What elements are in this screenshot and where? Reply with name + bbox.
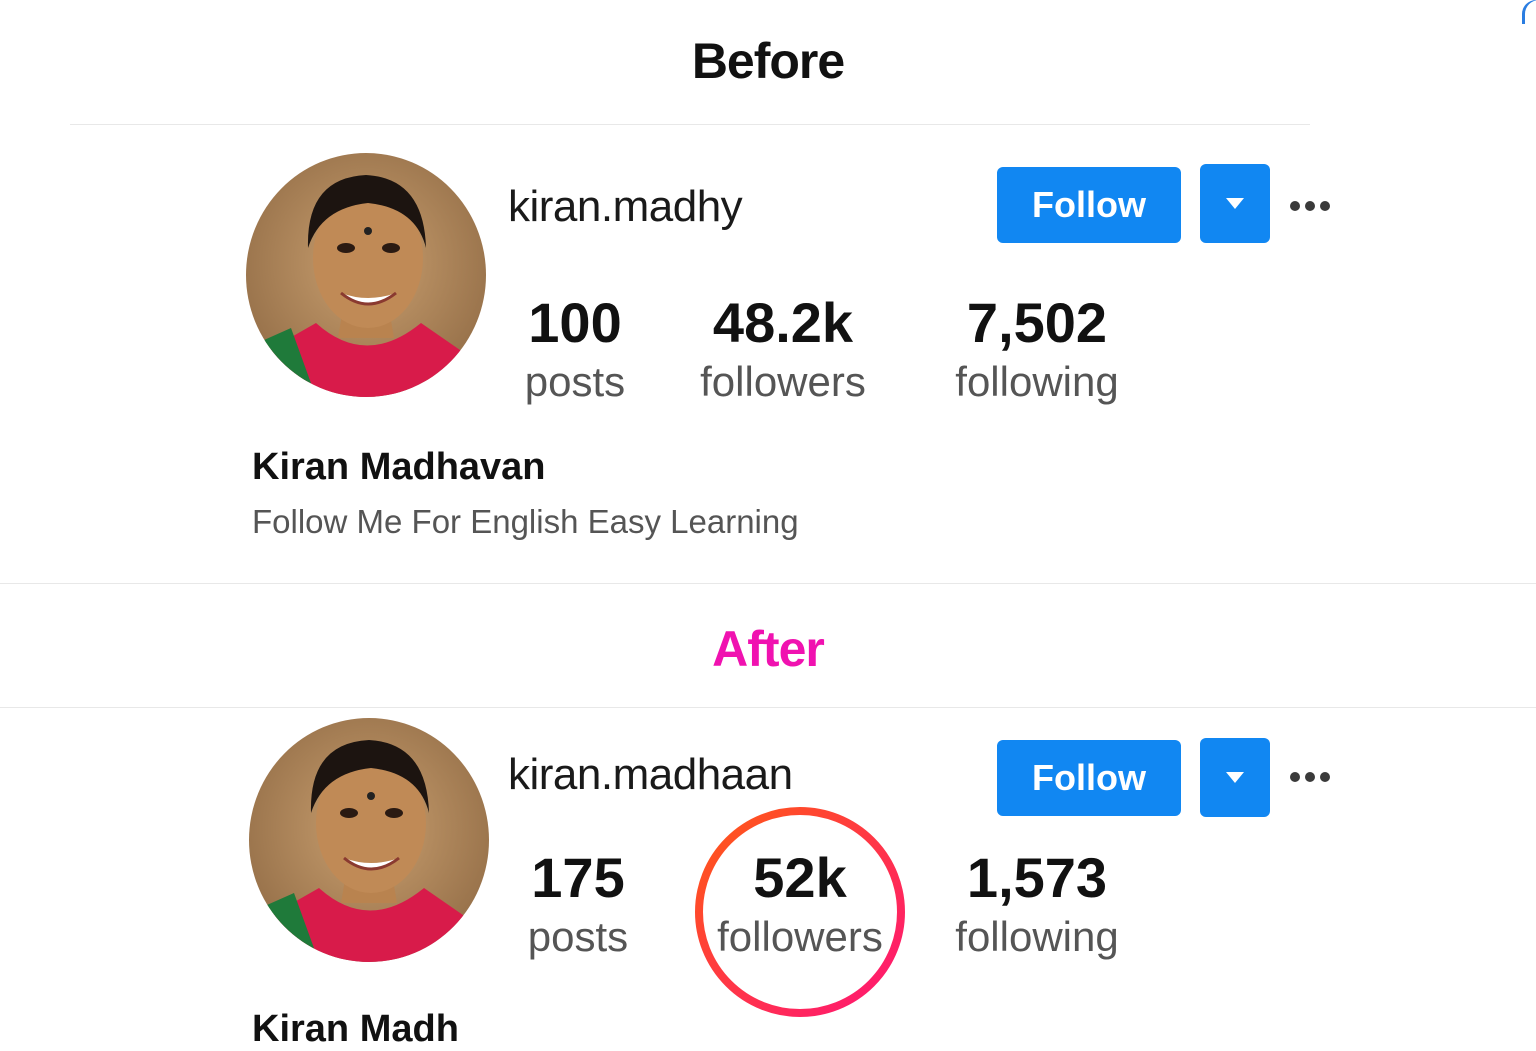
username[interactable]: kiran.madhaan <box>508 750 793 800</box>
full-name: Kiran Madh <box>252 1008 459 1050</box>
posts-label: posts <box>524 358 626 405</box>
suggestions-dropdown-button[interactable] <box>1200 738 1270 817</box>
full-name: Kiran Madhavan <box>252 446 546 488</box>
highlight-circle <box>695 807 905 1017</box>
posts-label: posts <box>527 913 629 960</box>
more-options-icon[interactable] <box>1290 772 1330 782</box>
chevron-down-icon <box>1226 198 1244 209</box>
following-count: 1,573 <box>966 846 1108 909</box>
following-label: following <box>955 358 1119 405</box>
before-title: Before <box>691 33 845 89</box>
window-corner <box>1522 0 1536 24</box>
avatar-photo <box>249 718 489 962</box>
before-divider <box>70 124 1310 125</box>
following-stat[interactable]: 7,502 following <box>917 295 1157 403</box>
more-options-icon[interactable] <box>1290 201 1330 211</box>
posts-stat[interactable]: 100 posts <box>455 295 695 403</box>
follow-button[interactable]: Follow <box>997 167 1181 243</box>
bio: Follow Me For English Easy Learning <box>252 503 799 540</box>
after-divider <box>0 707 1536 708</box>
following-label: following <box>955 913 1119 960</box>
posts-count: 100 <box>528 291 622 354</box>
following-count: 7,502 <box>966 291 1108 354</box>
followers-count: 48.2k <box>712 291 854 354</box>
chevron-down-icon <box>1226 772 1244 783</box>
avatar[interactable] <box>249 718 489 962</box>
posts-count: 175 <box>531 846 625 909</box>
avatar-photo <box>246 153 486 397</box>
posts-stat[interactable]: 175 posts <box>458 850 698 958</box>
followers-stat[interactable]: 48.2k followers <box>663 295 903 403</box>
after-title: After <box>712 621 825 677</box>
follow-button[interactable]: Follow <box>997 740 1181 816</box>
following-stat[interactable]: 1,573 following <box>917 850 1157 958</box>
avatar[interactable] <box>246 153 486 397</box>
suggestions-dropdown-button[interactable] <box>1200 164 1270 243</box>
username[interactable]: kiran.madhy <box>508 182 743 232</box>
section-divider <box>0 583 1536 584</box>
followers-label: followers <box>700 358 866 405</box>
